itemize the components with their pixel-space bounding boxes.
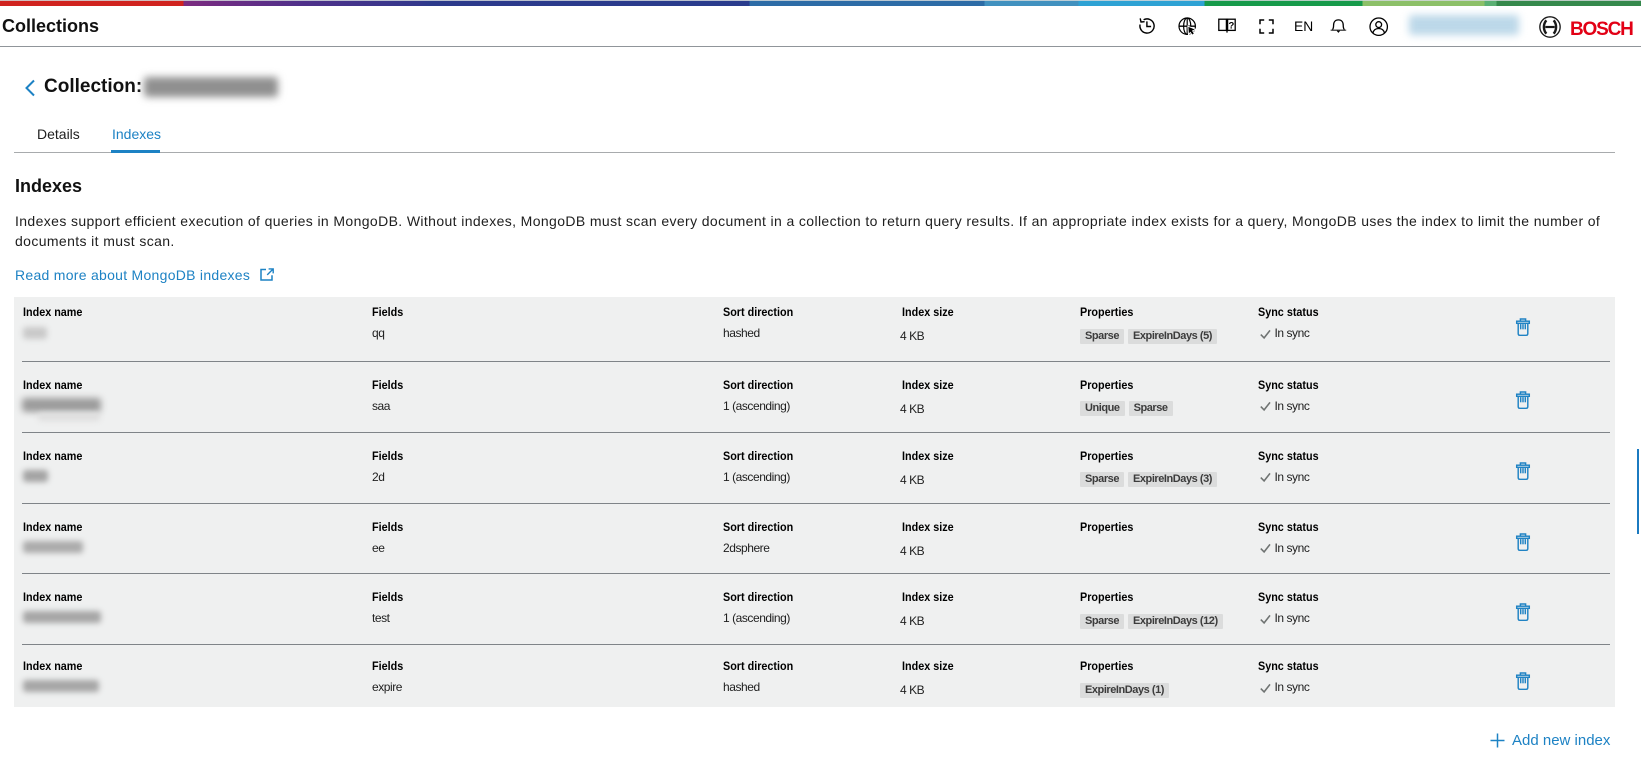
svg-text:?: ? xyxy=(1228,21,1234,32)
